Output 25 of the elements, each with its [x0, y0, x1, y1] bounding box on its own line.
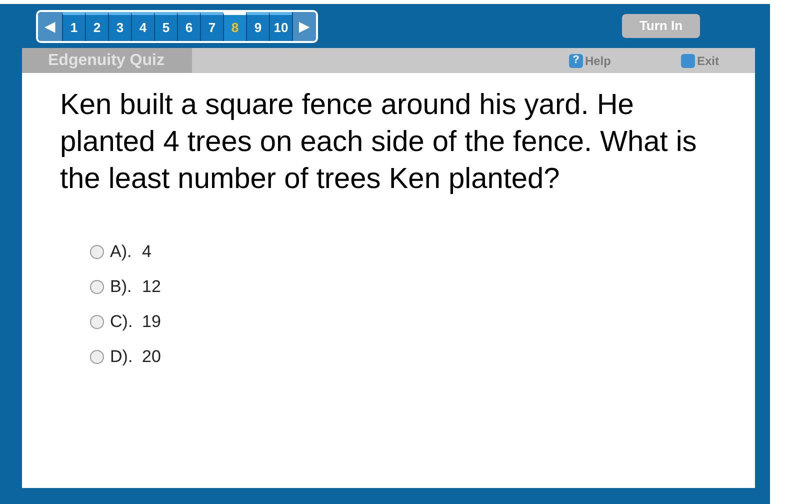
- help-button[interactable]: ? Help: [568, 52, 611, 70]
- exit-button[interactable]: Exit: [680, 52, 719, 70]
- answer-option[interactable]: A). 4: [90, 242, 755, 262]
- radio-button[interactable]: [90, 350, 104, 364]
- page-button[interactable]: 10: [269, 12, 292, 40]
- radio-button[interactable]: [90, 245, 104, 259]
- radio-button[interactable]: [90, 315, 104, 329]
- page-button[interactable]: 1: [62, 12, 85, 40]
- help-icon: ?: [568, 54, 583, 68]
- question-text: Ken built a square fence around his yard. He planted 4 trees on each side of the fence. What is the least number of trees Ken planted?: [60, 88, 698, 197]
- page-button[interactable]: 6: [177, 12, 200, 40]
- previous-button[interactable]: ◀: [38, 12, 62, 40]
- page-button[interactable]: 9: [246, 12, 269, 40]
- quiz-title: Edgenuity Quiz: [22, 48, 192, 73]
- page-button[interactable]: 5: [154, 12, 177, 40]
- next-button[interactable]: ▶: [292, 12, 316, 40]
- answer-option[interactable]: D). 20: [90, 347, 755, 367]
- page-button[interactable]: 7: [200, 12, 223, 40]
- page-button[interactable]: 3: [108, 12, 131, 40]
- page-button[interactable]: 8: [223, 12, 246, 40]
- radio-button[interactable]: [90, 280, 104, 294]
- page-button[interactable]: 4: [131, 12, 154, 40]
- answer-option[interactable]: C). 19: [90, 312, 755, 332]
- page-button[interactable]: 2: [85, 12, 108, 40]
- answer-option[interactable]: B). 12: [90, 277, 755, 297]
